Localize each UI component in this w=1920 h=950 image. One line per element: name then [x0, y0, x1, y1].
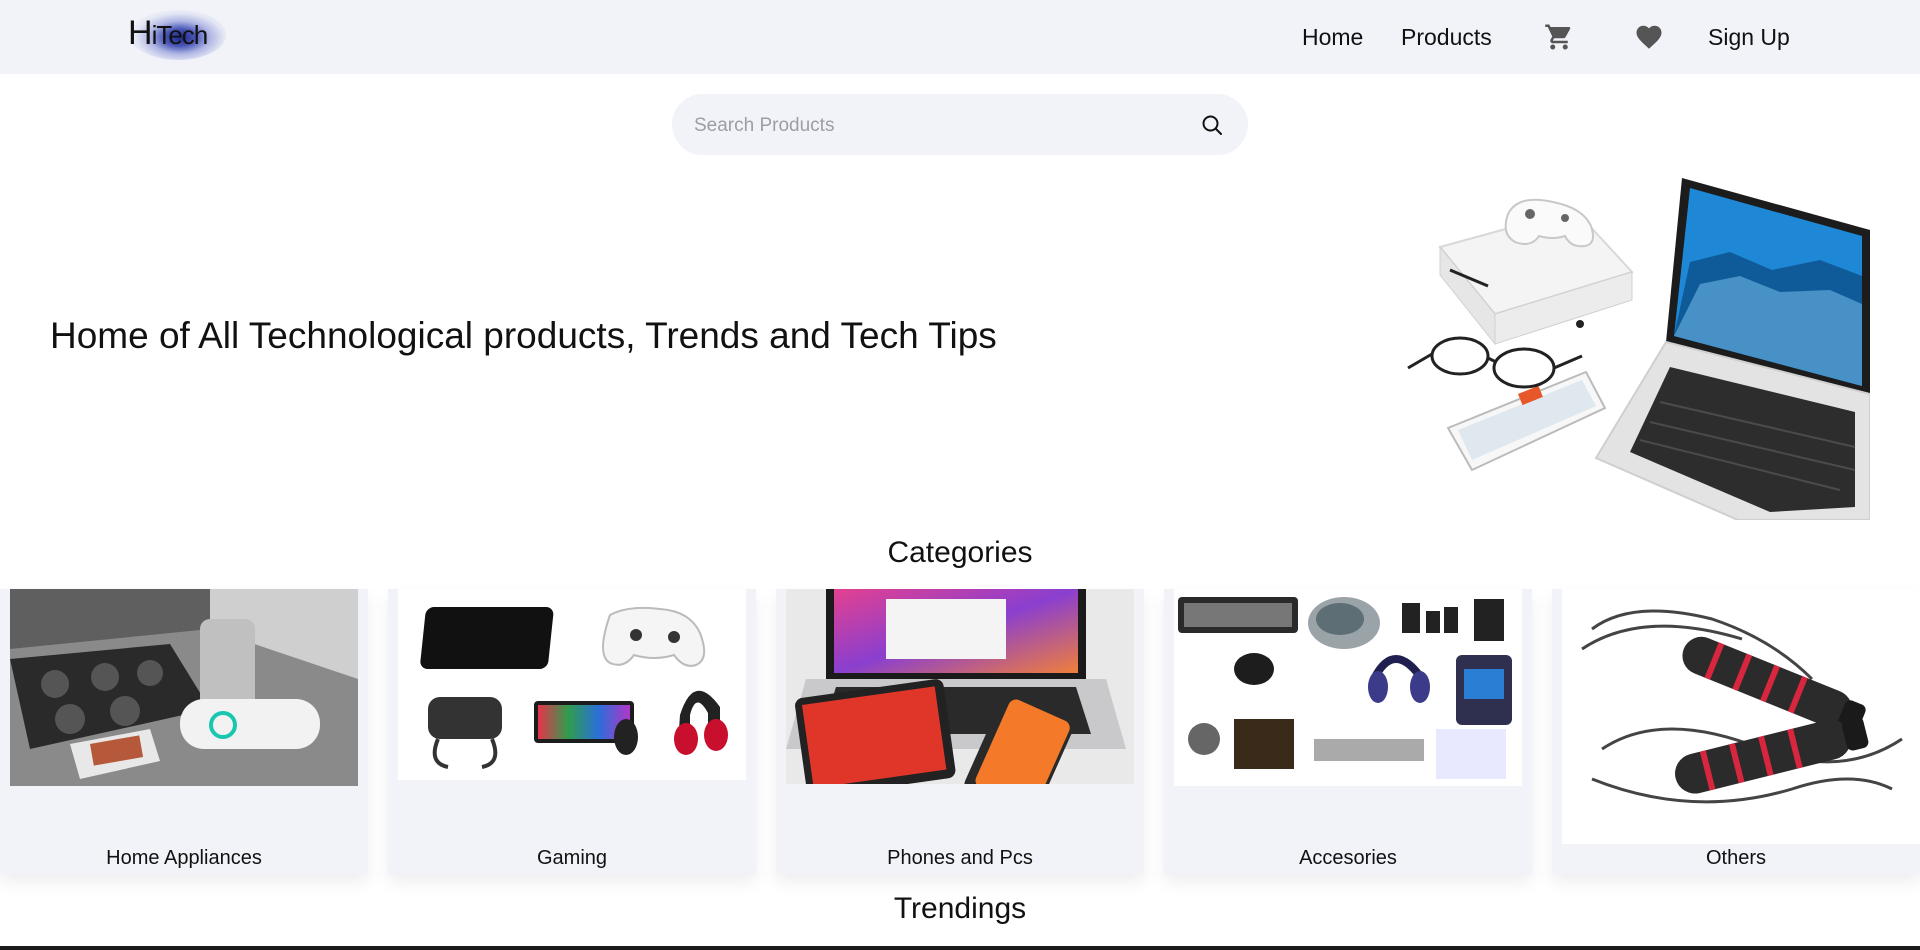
trending-title: Trendings	[893, 892, 1027, 925]
category-card-phones-pcs[interactable]: Phones and Pcs	[776, 589, 1144, 874]
accesories-image	[1174, 589, 1522, 786]
category-label: Phones and Pcs	[887, 847, 1033, 869]
site-logo[interactable]: HiTech	[126, 6, 228, 60]
nav-home-link[interactable]: Home	[1302, 20, 1363, 54]
section-divider	[0, 946, 1920, 950]
logo-text: HiTech	[128, 8, 209, 60]
category-label: Home Appliances	[106, 847, 262, 869]
nav-products-link[interactable]: Products	[1401, 20, 1492, 54]
logo-word: iTech	[151, 20, 209, 50]
home-appliances-image	[10, 589, 358, 786]
category-label: Accesories	[1299, 847, 1397, 869]
cart-icon[interactable]	[1544, 22, 1574, 52]
category-label: Gaming	[536, 847, 608, 869]
hero-title: Home of All Technological products, Tren…	[50, 315, 997, 356]
category-label: Others	[1705, 847, 1767, 869]
logo-letter: H	[128, 14, 153, 52]
search-bar	[672, 94, 1248, 157]
others-image	[1562, 589, 1920, 844]
category-card-accesories[interactable]: Accesories	[1164, 589, 1532, 874]
search-input[interactable]	[692, 94, 1176, 157]
search-icon[interactable]	[1200, 113, 1224, 137]
categories-title: Categories	[887, 536, 1033, 569]
heart-icon[interactable]	[1634, 22, 1664, 52]
category-card-home-appliances[interactable]: Home Appliances	[0, 589, 368, 874]
gaming-image	[398, 589, 746, 780]
phones-pcs-image	[786, 589, 1134, 784]
category-card-others[interactable]: Others	[1552, 589, 1920, 874]
hero-image	[1407, 178, 1870, 520]
nav-signup-link[interactable]: Sign Up	[1708, 20, 1790, 54]
category-card-gaming[interactable]: Gaming	[388, 589, 756, 874]
navbar: HiTech Home Products Sign Up	[0, 0, 1920, 74]
